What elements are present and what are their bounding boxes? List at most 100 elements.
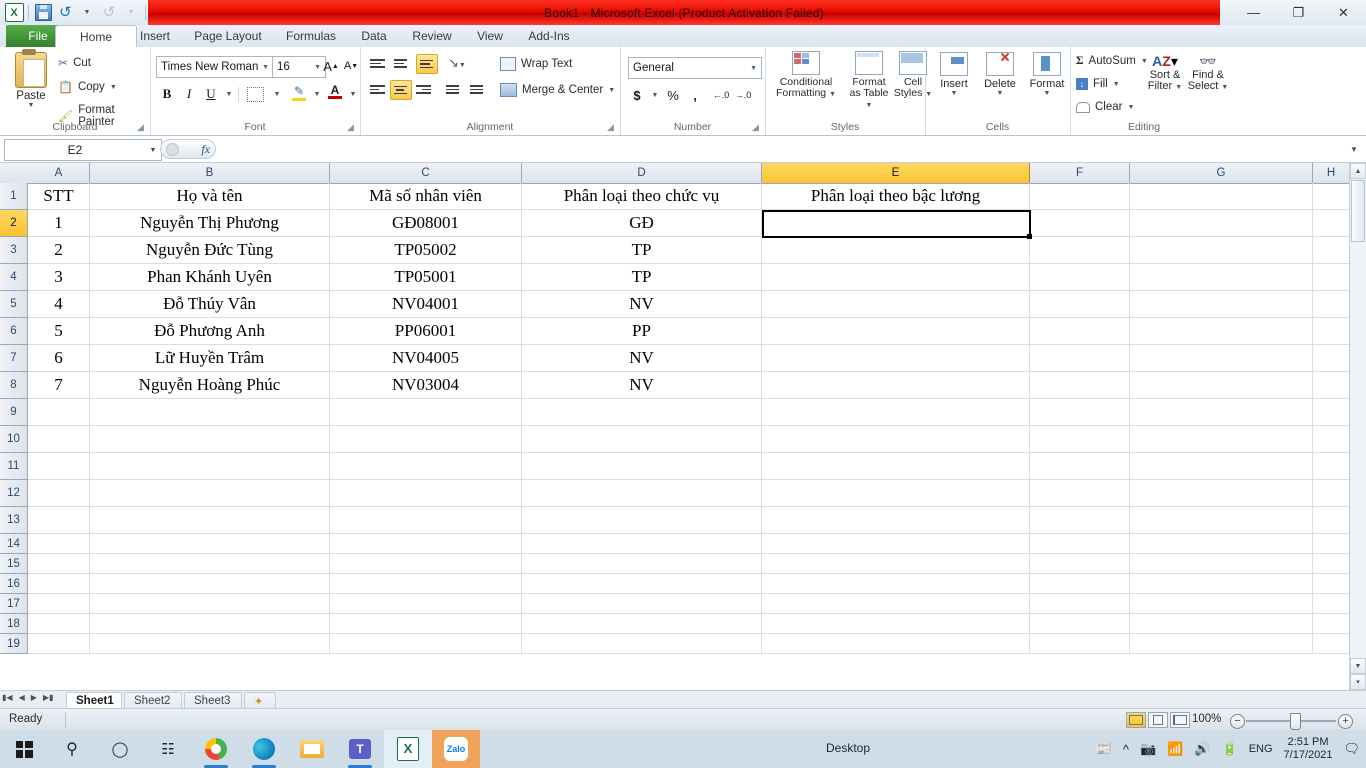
- cell-C6[interactable]: PP06001: [330, 318, 522, 344]
- meet-now-icon[interactable]: 📷: [1140, 741, 1156, 757]
- first-sheet-icon[interactable]: ▮◀: [2, 693, 13, 702]
- normal-view-icon[interactable]: [1126, 712, 1146, 728]
- action-center-icon[interactable]: 🗨: [1343, 741, 1360, 757]
- copy-dropdown-icon[interactable]: ▼: [110, 84, 117, 91]
- battery-icon[interactable]: 🔋: [1222, 741, 1238, 757]
- cell-E10[interactable]: [762, 426, 1030, 452]
- formula-input[interactable]: [222, 139, 1342, 159]
- cell-B2[interactable]: Nguyễn Thị Phương: [90, 210, 330, 236]
- cell-E7[interactable]: [762, 345, 1030, 371]
- paste-dropdown-icon[interactable]: ▼: [28, 102, 35, 109]
- vertical-scroll-thumb[interactable]: [1351, 180, 1365, 242]
- prev-sheet-icon[interactable]: ◀: [19, 693, 25, 702]
- underline-dropdown-icon[interactable]: ▼: [220, 84, 238, 104]
- format-as-table-dropdown-icon[interactable]: ▼: [866, 102, 873, 109]
- cell-A8[interactable]: 7: [28, 372, 90, 398]
- cell-F3[interactable]: [1030, 237, 1130, 263]
- cell-F8[interactable]: [1030, 372, 1130, 398]
- app-edge-icon[interactable]: [240, 730, 288, 768]
- cell-A7[interactable]: 6: [28, 345, 90, 371]
- cell-F14[interactable]: [1030, 534, 1130, 553]
- cut-button[interactable]: ✂ Cut: [58, 56, 91, 70]
- cell-C16[interactable]: [330, 574, 522, 593]
- number-format-dropdown-icon[interactable]: ▼: [750, 65, 761, 72]
- search-icon[interactable]: ⚲: [48, 730, 96, 768]
- insert-sheet-icon[interactable]: ✦: [244, 692, 276, 709]
- merge-center-dropdown-icon[interactable]: ▼: [608, 87, 615, 94]
- app-teams-icon[interactable]: T: [336, 730, 384, 768]
- fill-color-icon[interactable]: ✎: [290, 82, 308, 102]
- cell-F7[interactable]: [1030, 345, 1130, 371]
- sheet-tab-sheet2[interactable]: Sheet2: [124, 692, 182, 709]
- cell-A1[interactable]: STT: [28, 183, 90, 209]
- align-right-icon[interactable]: [416, 83, 431, 96]
- font-name-input[interactable]: Times New Roman ▼: [156, 56, 274, 78]
- number-dialog-launcher-icon[interactable]: ◢: [752, 123, 761, 132]
- row-header-1[interactable]: 1: [0, 183, 28, 210]
- insert-cells-button[interactable]: Insert ▼: [933, 52, 975, 97]
- cell-G13[interactable]: [1130, 507, 1313, 533]
- cell-G18[interactable]: [1130, 614, 1313, 633]
- cell-F15[interactable]: [1030, 554, 1130, 573]
- cell-G12[interactable]: [1130, 480, 1313, 506]
- cell-E5[interactable]: [762, 291, 1030, 317]
- borders-icon[interactable]: [246, 84, 264, 104]
- volume-icon[interactable]: 🔊: [1194, 741, 1210, 757]
- cell-B15[interactable]: [90, 554, 330, 573]
- cell-G6[interactable]: [1130, 318, 1313, 344]
- cell-C15[interactable]: [330, 554, 522, 573]
- cell-A15[interactable]: [28, 554, 90, 573]
- cell-F13[interactable]: [1030, 507, 1130, 533]
- find-select-button[interactable]: 👓 Find & Select ▼: [1186, 52, 1230, 92]
- app-zalo-icon[interactable]: Zalo: [432, 730, 480, 768]
- cell-G15[interactable]: [1130, 554, 1313, 573]
- column-header-E[interactable]: E: [762, 163, 1030, 183]
- align-center-icon[interactable]: [390, 80, 412, 100]
- cell-B14[interactable]: [90, 534, 330, 553]
- cell-E1[interactable]: Phân loại theo bậc lương: [762, 183, 1030, 209]
- cell-B19[interactable]: [90, 634, 330, 653]
- cell-D12[interactable]: [522, 480, 762, 506]
- cell-B13[interactable]: [90, 507, 330, 533]
- font-size-input[interactable]: 16 ▼: [272, 56, 326, 78]
- cell-C18[interactable]: [330, 614, 522, 633]
- fill-color-dropdown-icon[interactable]: ▼: [308, 84, 326, 104]
- row-header-16[interactable]: 16: [0, 574, 28, 594]
- cell-E3[interactable]: [762, 237, 1030, 263]
- cell-C17[interactable]: [330, 594, 522, 613]
- cell-G4[interactable]: [1130, 264, 1313, 290]
- sheet-tab-sheet1[interactable]: Sheet1: [66, 692, 122, 709]
- increase-decimal-icon[interactable]: ←.0: [712, 85, 730, 105]
- app-chrome-like-icon[interactable]: [192, 730, 240, 768]
- decrease-indent-icon[interactable]: [446, 83, 461, 96]
- cell-F19[interactable]: [1030, 634, 1130, 653]
- cell-E4[interactable]: [762, 264, 1030, 290]
- cell-B5[interactable]: Đỗ Thúy Vân: [90, 291, 330, 317]
- decrease-decimal-icon[interactable]: →.0: [734, 85, 752, 105]
- conditional-formatting-dropdown-icon[interactable]: ▼: [829, 91, 836, 98]
- format-as-table-button[interactable]: Format as Table ▼: [845, 51, 893, 110]
- sort-filter-dropdown-icon[interactable]: ▼: [1175, 84, 1182, 91]
- merge-center-button[interactable]: Merge & Center ▼: [500, 83, 615, 97]
- wrap-text-button[interactable]: Wrap Text: [500, 57, 572, 71]
- accounting-dropdown-icon[interactable]: ▼: [646, 85, 664, 105]
- cell-D10[interactable]: [522, 426, 762, 452]
- cell-D8[interactable]: NV: [522, 372, 762, 398]
- cell-F17[interactable]: [1030, 594, 1130, 613]
- cell-C3[interactable]: TP05002: [330, 237, 522, 263]
- cell-F10[interactable]: [1030, 426, 1130, 452]
- cell-G7[interactable]: [1130, 345, 1313, 371]
- cell-C12[interactable]: [330, 480, 522, 506]
- cell-G5[interactable]: [1130, 291, 1313, 317]
- increase-indent-icon[interactable]: [470, 83, 485, 96]
- cell-C9[interactable]: [330, 399, 522, 425]
- accounting-format-icon[interactable]: $: [628, 85, 646, 105]
- cell-D7[interactable]: NV: [522, 345, 762, 371]
- cell-F18[interactable]: [1030, 614, 1130, 633]
- format-dropdown-icon[interactable]: ▼: [1025, 90, 1069, 97]
- page-layout-view-icon[interactable]: [1148, 712, 1168, 728]
- underline-button[interactable]: U: [202, 84, 220, 104]
- sheet-tab-sheet3[interactable]: Sheet3: [184, 692, 242, 709]
- cell-D18[interactable]: [522, 614, 762, 633]
- cell-B3[interactable]: Nguyễn Đức Tùng: [90, 237, 330, 263]
